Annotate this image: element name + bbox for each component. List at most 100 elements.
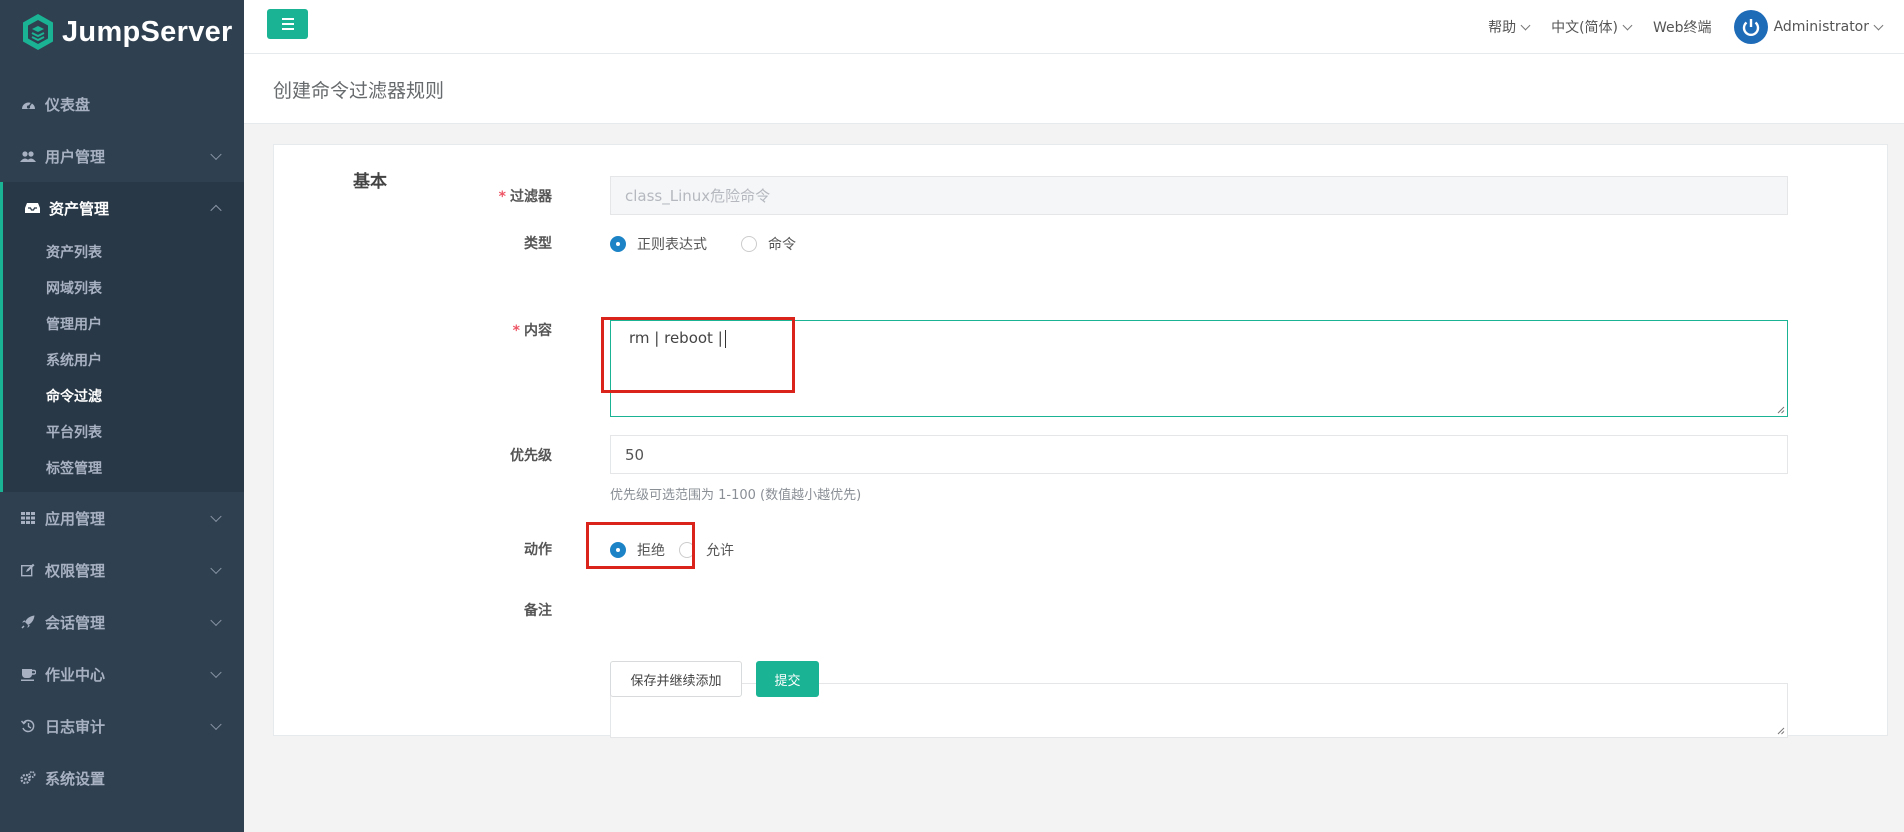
chevron-down-icon xyxy=(210,718,222,731)
help-menu[interactable]: 帮助 xyxy=(1488,17,1531,37)
required-mark: * xyxy=(512,323,520,339)
content-label-text: 内容 xyxy=(524,323,552,339)
type-label: 类型 xyxy=(524,236,552,252)
navbar-right: 帮助 中文(简体) Web终端 Administrator xyxy=(1488,0,1884,54)
content-label: * 内容 xyxy=(513,320,552,340)
type-radio-regex-label: 正则表达式 xyxy=(637,237,707,253)
sidebar-subitem-system-user[interactable]: 系统用户 xyxy=(3,342,244,378)
user-menu[interactable]: Administrator xyxy=(1733,10,1884,44)
type-radio-regex[interactable]: 正则表达式 xyxy=(610,234,707,254)
language-label: 中文(简体) xyxy=(1551,20,1619,36)
chevron-down-icon xyxy=(210,562,222,575)
sidebar-subitem-platform-list[interactable]: 平台列表 xyxy=(3,414,244,450)
chevron-down-icon xyxy=(1520,20,1531,30)
history-icon xyxy=(20,718,36,734)
jumpserver-logo-icon xyxy=(23,14,53,50)
sidebar-subitem-domain-list[interactable]: 网域列表 xyxy=(3,270,244,306)
sidebar-item-label: 仪表盘 xyxy=(45,95,91,114)
priority-input[interactable]: 50 xyxy=(610,435,1788,474)
sidebar-item-label: 用户管理 xyxy=(45,147,106,166)
rocket-icon xyxy=(20,614,36,630)
sidebar-item-label: 会话管理 xyxy=(45,613,106,632)
sidebar-item-settings[interactable]: 系统设置 xyxy=(0,752,244,804)
action-radio-deny[interactable]: 拒绝 xyxy=(610,540,665,560)
action-radio-allow[interactable]: 允许 xyxy=(679,540,734,560)
sidebar-item-dashboard[interactable]: 仪表盘 xyxy=(0,78,244,130)
content-textarea[interactable]: rm | reboot | xyxy=(610,320,1788,417)
chevron-down-icon xyxy=(210,148,222,161)
action-label: 动作 xyxy=(524,542,552,558)
power-icon xyxy=(1742,19,1759,37)
chevron-down-icon xyxy=(1622,20,1633,30)
page-title: 创建命令过滤器规则 xyxy=(273,80,445,102)
radio-checked-icon xyxy=(610,542,626,558)
menu-toggle-button[interactable] xyxy=(267,9,308,39)
edit-icon xyxy=(20,562,36,578)
sidebar-subitem-asset-list[interactable]: 资产列表 xyxy=(3,234,244,270)
chevron-down-icon xyxy=(210,614,222,627)
dashboard-icon xyxy=(20,96,36,112)
cogs-icon xyxy=(20,770,36,786)
chevron-down-icon xyxy=(210,666,222,679)
text-cursor xyxy=(724,329,726,348)
sidebar-subitem-label-management[interactable]: 标签管理 xyxy=(3,450,244,486)
sidebar-item-label: 资产管理 xyxy=(49,199,110,218)
coffee-icon xyxy=(20,666,36,682)
chevron-down-icon xyxy=(1873,20,1884,30)
logo[interactable]: JumpServer xyxy=(0,0,244,64)
hamburger-icon-line xyxy=(281,23,294,25)
sidebar-item-users[interactable]: 用户管理 xyxy=(0,130,244,182)
top-navbar: 帮助 中文(简体) Web终端 Administrator xyxy=(244,0,1904,54)
web-terminal-label: Web终端 xyxy=(1653,20,1712,36)
action-radio-allow-label: 允许 xyxy=(706,543,734,559)
priority-label: 优先级 xyxy=(510,448,552,464)
chevron-up-icon xyxy=(210,204,222,217)
resize-handle-icon[interactable] xyxy=(1776,726,1785,735)
chevron-down-icon xyxy=(210,510,222,523)
sidebar-group-assets: 资产管理 资产列表 网域列表 管理用户 系统用户 命令过滤 平台列表 标签管理 xyxy=(0,182,244,492)
priority-help-text: 优先级可选范围为 1-100 (数值越小越优先) xyxy=(610,488,862,503)
sidebar-item-jobs[interactable]: 作业中心 xyxy=(0,648,244,700)
filter-label-text: 过滤器 xyxy=(510,189,552,205)
sidebar-item-audit[interactable]: 日志审计 xyxy=(0,700,244,752)
sidebar-item-label: 应用管理 xyxy=(45,509,106,528)
sidebar-item-permissions[interactable]: 权限管理 xyxy=(0,544,244,596)
type-radio-group: 正则表达式 命令 xyxy=(610,234,1788,254)
users-icon xyxy=(20,148,36,164)
form-card: 基本 * 过滤器 class_Linux危险命令 类型 正则表达式 命令 * 内容 … xyxy=(273,144,1888,738)
help-label: 帮助 xyxy=(1488,20,1517,36)
sidebar-subitem-admin-user[interactable]: 管理用户 xyxy=(3,306,244,342)
comment-label: 备注 xyxy=(524,603,552,619)
radio-unchecked-icon xyxy=(679,542,695,558)
submit-button[interactable]: 提交 xyxy=(756,661,819,697)
inbox-icon xyxy=(24,200,40,216)
type-radio-command[interactable]: 命令 xyxy=(741,234,796,254)
required-mark: * xyxy=(498,189,506,205)
sidebar-item-assets[interactable]: 资产管理 xyxy=(3,182,244,234)
save-and-continue-button[interactable]: 保存并继续添加 xyxy=(610,661,742,697)
sidebar-item-applications[interactable]: 应用管理 xyxy=(0,492,244,544)
sidebar-item-sessions[interactable]: 会话管理 xyxy=(0,596,244,648)
grid-icon xyxy=(20,510,36,526)
page-heading: 创建命令过滤器规则 xyxy=(244,54,1904,124)
radio-checked-icon xyxy=(610,236,626,252)
filter-label: * 过滤器 xyxy=(499,186,552,206)
sidebar-subitem-command-filter[interactable]: 命令过滤 xyxy=(3,378,244,414)
language-menu[interactable]: 中文(简体) xyxy=(1551,17,1633,37)
section-title: 基本 xyxy=(353,172,387,192)
resize-handle-icon[interactable] xyxy=(1776,405,1785,414)
action-radio-deny-label: 拒绝 xyxy=(637,543,665,559)
sidebar-item-label: 权限管理 xyxy=(45,561,106,580)
sidebar-item-label: 系统设置 xyxy=(45,769,106,788)
action-radio-group: 拒绝 允许 xyxy=(610,540,1788,560)
user-name: Administrator xyxy=(1773,19,1869,35)
type-radio-command-label: 命令 xyxy=(768,237,796,253)
filter-field[interactable]: class_Linux危险命令 xyxy=(610,176,1788,215)
sidebar: JumpServer 仪表盘 用户管理 资产管理 资产列表 网域列表 管理用户 … xyxy=(0,0,244,832)
sidebar-submenu: 资产列表 网域列表 管理用户 系统用户 命令过滤 平台列表 标签管理 xyxy=(3,234,244,492)
hamburger-icon xyxy=(281,18,294,20)
avatar xyxy=(1733,10,1768,44)
radio-unchecked-icon xyxy=(741,236,757,252)
hamburger-icon-line xyxy=(281,28,294,30)
web-terminal-link[interactable]: Web终端 xyxy=(1653,17,1712,37)
